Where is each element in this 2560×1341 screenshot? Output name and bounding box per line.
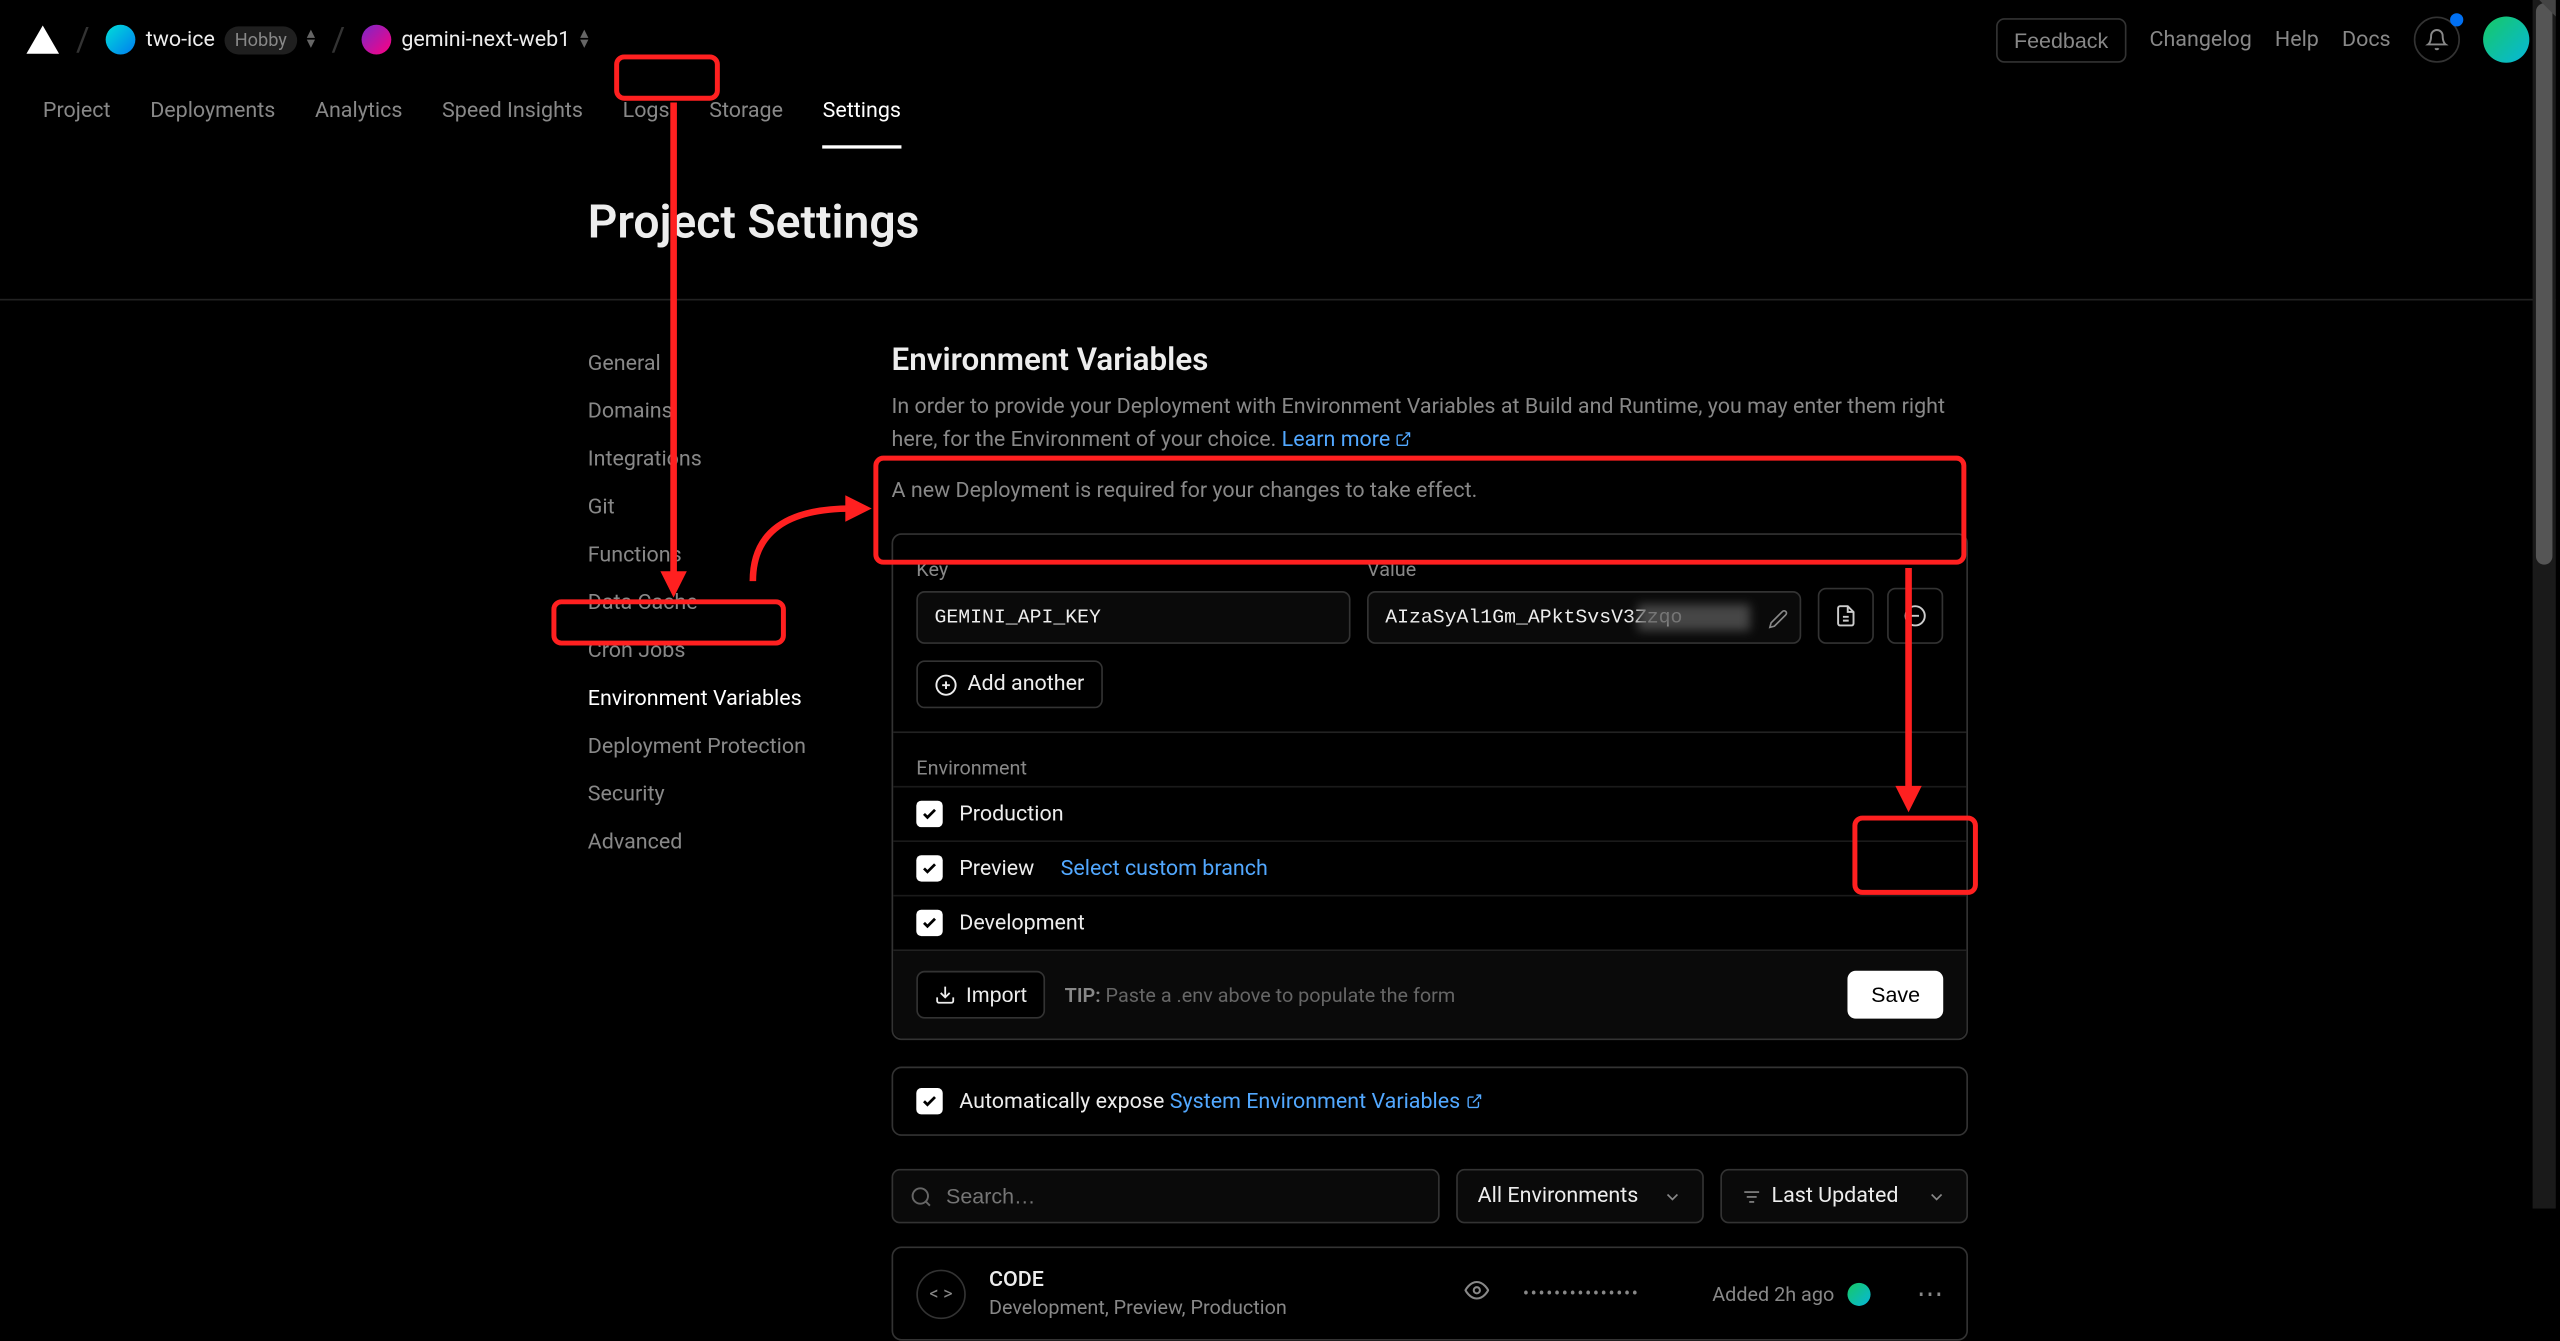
sort-icon bbox=[1742, 1186, 1762, 1206]
development-checkbox[interactable] bbox=[916, 910, 942, 936]
remove-row-button[interactable] bbox=[1887, 588, 1943, 644]
page-header: Project Settings bbox=[0, 145, 2556, 300]
breadcrumb-slash: / bbox=[76, 20, 90, 60]
value-label: Value bbox=[1367, 558, 1801, 581]
file-icon bbox=[1834, 604, 1857, 627]
tab-analytics[interactable]: Analytics bbox=[298, 89, 418, 134]
reveal-value-button[interactable] bbox=[1465, 1278, 1490, 1309]
select-custom-branch-link[interactable]: Select custom branch bbox=[1061, 856, 1268, 881]
notifications-button[interactable] bbox=[2414, 17, 2460, 63]
feedback-button[interactable]: Feedback bbox=[1996, 17, 2127, 62]
project-selector[interactable]: gemini-next-web1 ▴▾ bbox=[362, 25, 589, 55]
import-button[interactable]: Import bbox=[916, 971, 1045, 1019]
scrollbar-thumb[interactable] bbox=[2536, 3, 2553, 564]
add-another-button[interactable]: Add another bbox=[916, 660, 1102, 708]
page-title: Project Settings bbox=[588, 195, 2556, 249]
env-preview-row: Preview Select custom branch bbox=[893, 840, 1966, 894]
vercel-logo-icon[interactable] bbox=[26, 25, 59, 55]
tab-settings[interactable]: Settings bbox=[806, 89, 917, 134]
auto-expose-label: Automatically expose System Environment … bbox=[959, 1089, 1482, 1114]
tab-bar: Project Deployments Analytics Speed Insi… bbox=[0, 79, 2556, 145]
envvar-form-card: Key Value bbox=[892, 533, 1968, 1040]
tab-logs[interactable]: Logs bbox=[606, 89, 686, 134]
sidebar-item-general[interactable]: General bbox=[588, 340, 869, 388]
plus-circle-icon bbox=[934, 673, 957, 696]
chevron-down-icon bbox=[1663, 1186, 1683, 1206]
sidebar-item-domains[interactable]: Domains bbox=[588, 388, 869, 436]
team-avatar-icon bbox=[106, 25, 136, 55]
external-link-icon bbox=[1396, 430, 1413, 447]
eye-icon bbox=[1465, 1278, 1490, 1303]
edit-value-icon[interactable] bbox=[1768, 609, 1788, 634]
author-avatar-icon bbox=[1847, 1282, 1870, 1305]
team-switcher-icon[interactable]: ▴▾ bbox=[307, 30, 315, 50]
team-name: two-ice bbox=[146, 27, 215, 52]
system-env-vars-link[interactable]: System Environment Variables bbox=[1170, 1089, 1482, 1114]
paste-file-button[interactable] bbox=[1818, 588, 1874, 644]
sidebar-item-data-cache[interactable]: Data Cache bbox=[588, 580, 869, 628]
save-button[interactable]: Save bbox=[1848, 971, 1943, 1019]
sidebar-item-advanced[interactable]: Advanced bbox=[588, 819, 869, 867]
auto-expose-checkbox[interactable] bbox=[916, 1088, 942, 1114]
help-link[interactable]: Help bbox=[2275, 27, 2319, 52]
environment-filter-dropdown[interactable]: All Environments bbox=[1456, 1169, 1704, 1223]
resize-corner-icon bbox=[2539, 0, 2556, 17]
deployment-note: A new Deployment is required for your ch… bbox=[892, 479, 1968, 504]
sidebar-item-environment-variables[interactable]: Environment Variables bbox=[588, 675, 869, 723]
minus-circle-icon bbox=[1904, 604, 1927, 627]
section-heading: Environment Variables bbox=[892, 340, 1968, 378]
envvar-timestamp: Added 2h ago bbox=[1712, 1282, 1870, 1305]
tab-deployments[interactable]: Deployments bbox=[134, 89, 292, 134]
search-icon bbox=[910, 1185, 933, 1208]
preview-checkbox[interactable] bbox=[916, 855, 942, 881]
tab-speed-insights[interactable]: Speed Insights bbox=[426, 89, 600, 134]
download-icon bbox=[934, 984, 955, 1005]
tab-storage[interactable]: Storage bbox=[693, 89, 800, 134]
production-checkbox[interactable] bbox=[916, 801, 942, 827]
user-avatar[interactable] bbox=[2483, 17, 2529, 63]
section-description: In order to provide your Deployment with… bbox=[892, 391, 1968, 455]
plan-badge: Hobby bbox=[225, 26, 297, 54]
tip-text: TIP: Paste a .env above to populate the … bbox=[1065, 983, 1456, 1006]
sidebar-item-integrations[interactable]: Integrations bbox=[588, 436, 869, 484]
search-input[interactable] bbox=[946, 1184, 1421, 1209]
env-production-row: Production bbox=[893, 786, 1966, 840]
breadcrumb-slash: / bbox=[332, 20, 346, 60]
tab-project[interactable]: Project bbox=[26, 89, 127, 134]
settings-sidebar: General Domains Integrations Git Functio… bbox=[588, 340, 869, 1341]
auto-expose-card: Automatically expose System Environment … bbox=[892, 1067, 1968, 1136]
project-avatar-icon bbox=[362, 25, 392, 55]
sidebar-item-deployment-protection[interactable]: Deployment Protection bbox=[588, 723, 869, 771]
key-input[interactable] bbox=[916, 591, 1350, 644]
env-development-row: Development bbox=[893, 895, 1966, 949]
envvar-row[interactable]: < > CODE Development, Preview, Productio… bbox=[892, 1247, 1968, 1341]
environment-section-label: Environment bbox=[893, 731, 1966, 785]
vertical-scrollbar[interactable] bbox=[2533, 0, 2556, 1209]
envvar-masked-value: ••••••••••••••• bbox=[1523, 1283, 1640, 1304]
production-label: Production bbox=[959, 802, 1063, 827]
envvar-name: CODE bbox=[989, 1268, 1287, 1293]
sidebar-item-security[interactable]: Security bbox=[588, 771, 869, 819]
project-switcher-icon[interactable]: ▴▾ bbox=[580, 30, 588, 50]
external-link-icon bbox=[1466, 1092, 1483, 1109]
search-box[interactable] bbox=[892, 1169, 1440, 1223]
project-name: gemini-next-web1 bbox=[401, 27, 570, 52]
envvar-menu-button[interactable]: ⋯ bbox=[1917, 1278, 1943, 1309]
sort-dropdown[interactable]: Last Updated bbox=[1720, 1169, 1968, 1223]
key-label: Key bbox=[916, 558, 1350, 581]
top-bar: / two-ice Hobby ▴▾ / gemini-next-web1 ▴▾… bbox=[0, 0, 2556, 79]
envvar-environments: Development, Preview, Production bbox=[989, 1296, 1287, 1319]
team-selector[interactable]: two-ice Hobby ▴▾ bbox=[106, 25, 315, 55]
sidebar-item-git[interactable]: Git bbox=[588, 484, 869, 532]
changelog-link[interactable]: Changelog bbox=[2149, 27, 2251, 52]
learn-more-link[interactable]: Learn more bbox=[1282, 427, 1412, 452]
development-label: Development bbox=[959, 911, 1085, 936]
sidebar-item-functions[interactable]: Functions bbox=[588, 532, 869, 580]
sidebar-item-cron-jobs[interactable]: Cron Jobs bbox=[588, 627, 869, 675]
docs-link[interactable]: Docs bbox=[2342, 27, 2391, 52]
chevron-down-icon bbox=[1927, 1186, 1947, 1206]
code-icon: < > bbox=[916, 1269, 966, 1319]
bell-icon bbox=[2425, 28, 2448, 51]
preview-label: Preview bbox=[959, 856, 1034, 881]
